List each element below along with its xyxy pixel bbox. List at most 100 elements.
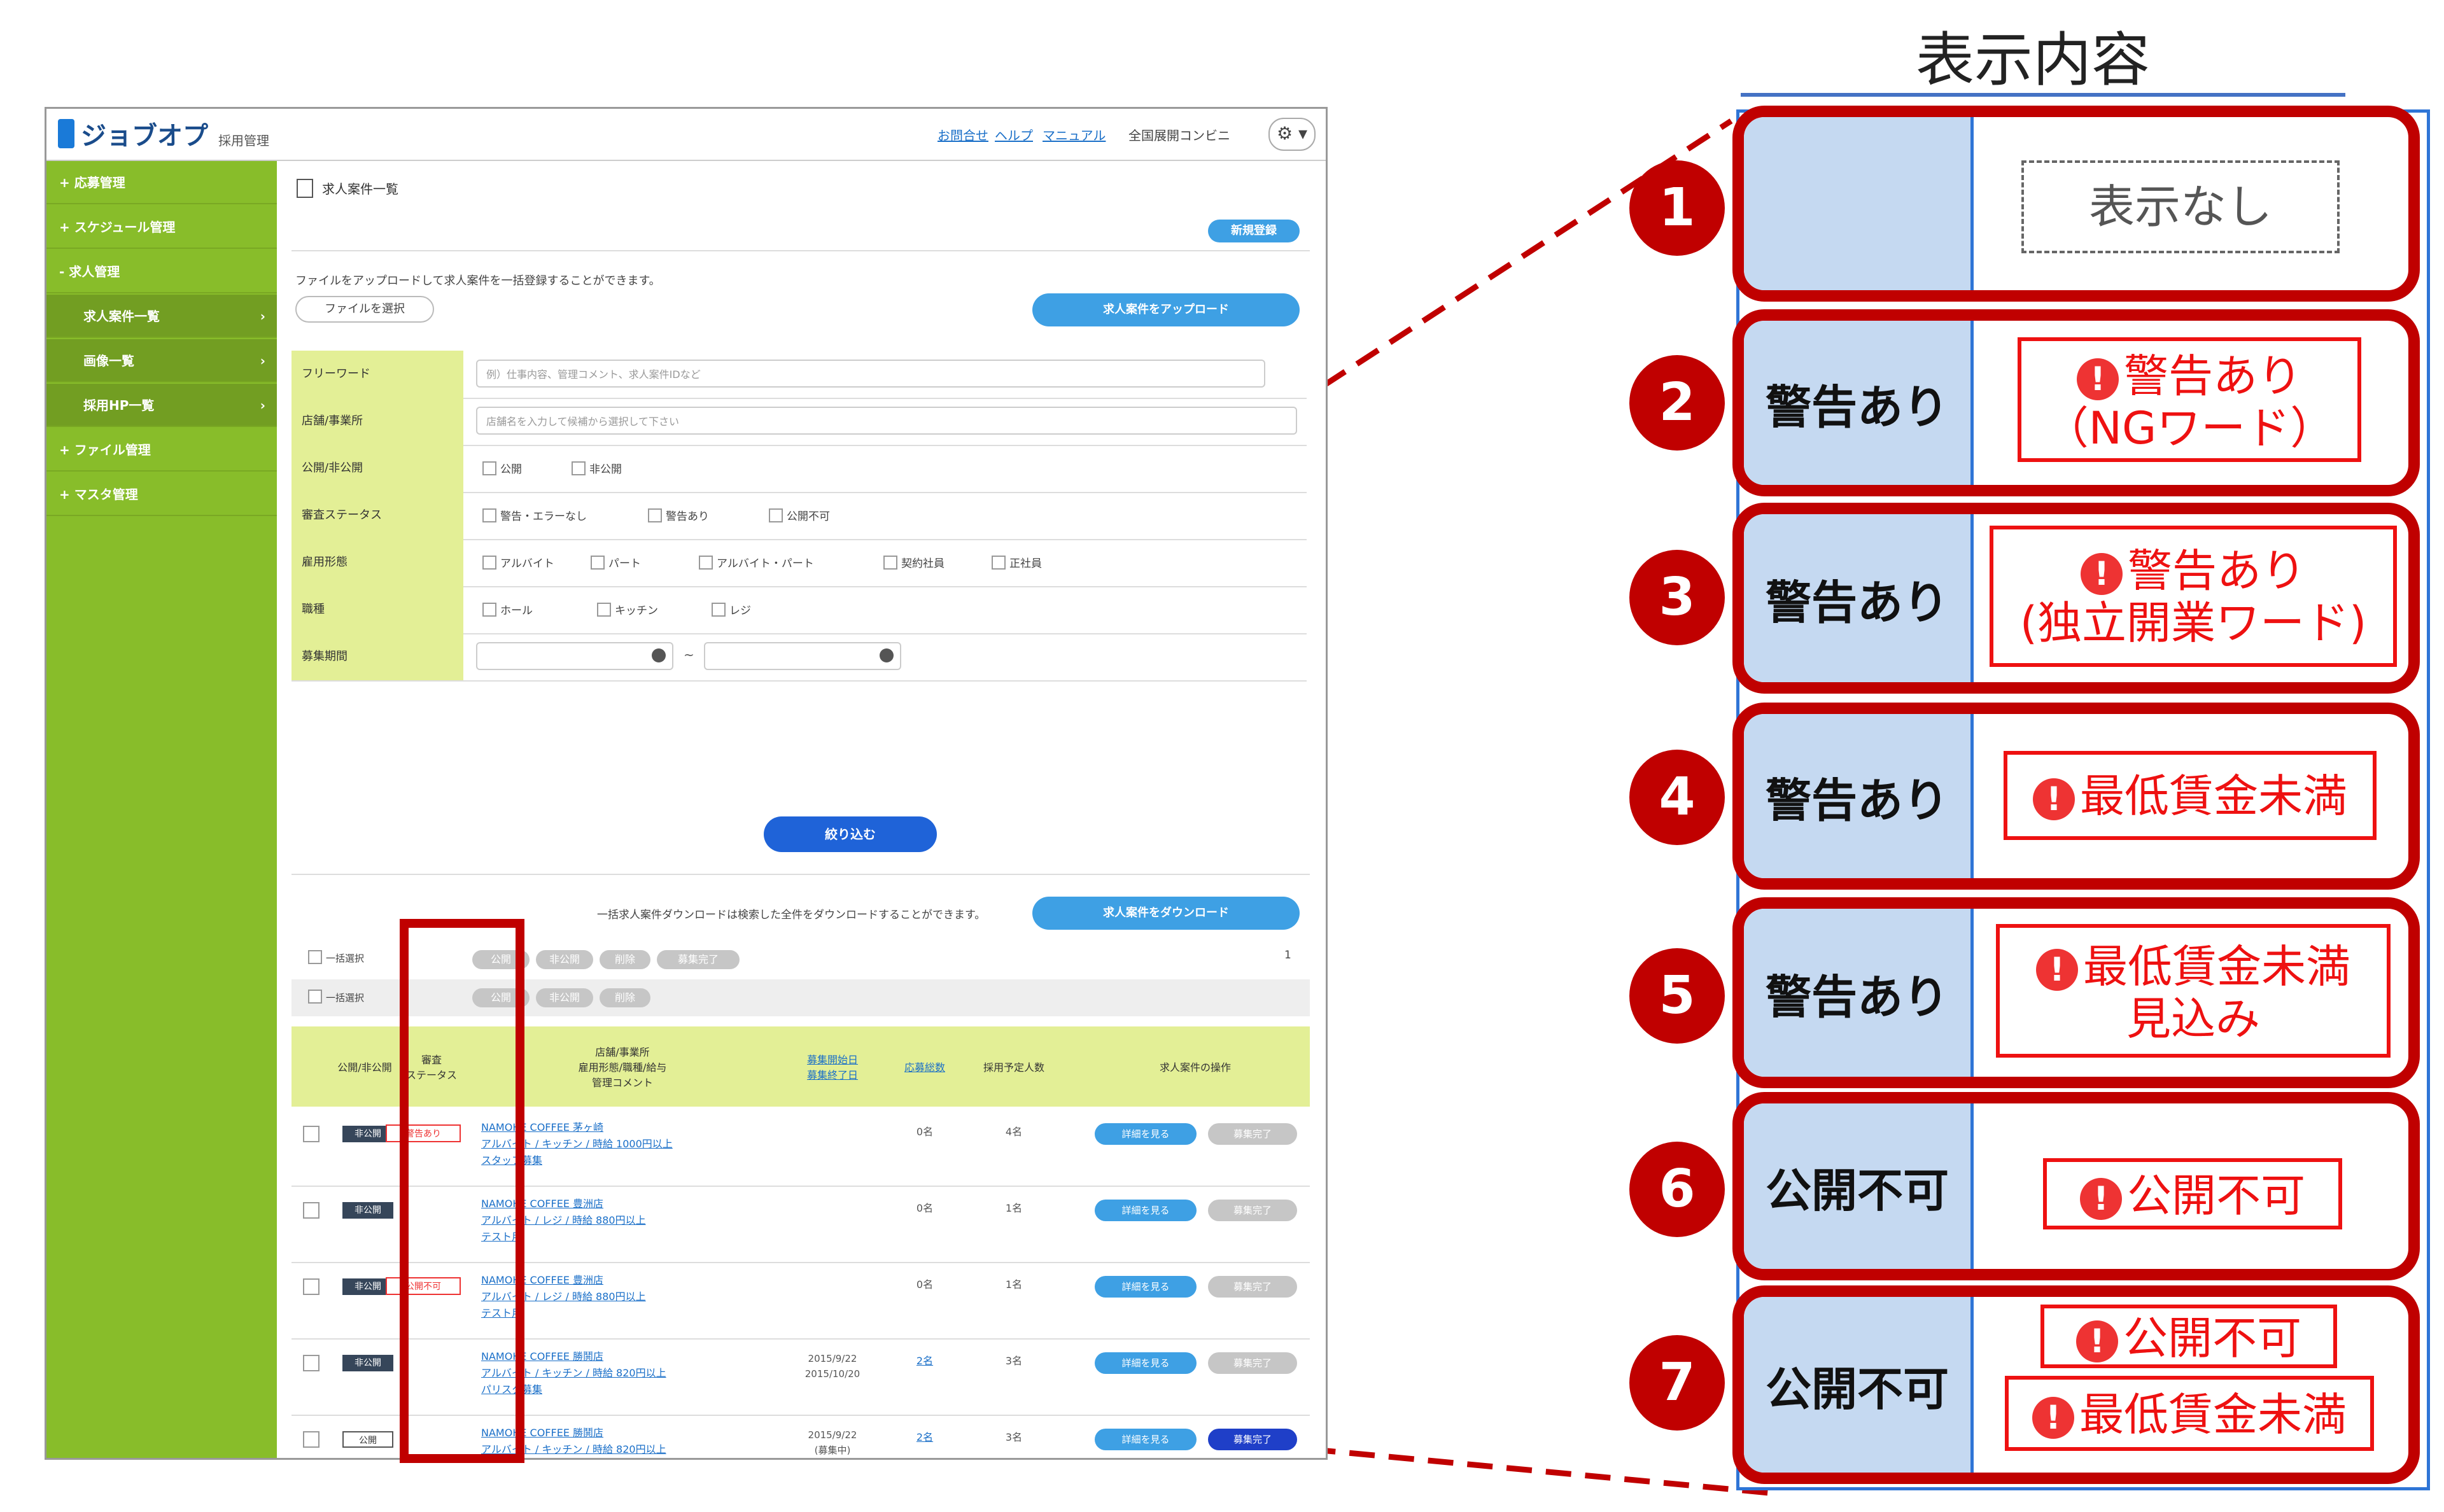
complete-button[interactable]: 募集完了 <box>1208 1200 1297 1221</box>
alert-icon: ! <box>2077 358 2119 400</box>
sidebar-item-schedule[interactable]: + スケジュール管理 <box>46 206 277 249</box>
bulk-select-checkbox[interactable]: 一括選択 <box>308 950 364 966</box>
detail-button[interactable]: 詳細を見る <box>1095 1276 1197 1298</box>
detail-button[interactable]: 詳細を見る <box>1095 1352 1197 1374</box>
period-tilde: ~ <box>684 647 694 662</box>
row-checkbox[interactable] <box>303 1355 320 1371</box>
checkbox-arbeit-part[interactable]: アルバイト・パート <box>699 556 814 571</box>
checkbox-fulltime[interactable]: 正社員 <box>992 556 1042 571</box>
divider <box>291 874 1310 875</box>
search-button[interactable]: 絞り込む <box>764 816 937 852</box>
header-dates[interactable]: 募集開始日 募集終了日 <box>788 1026 877 1107</box>
planned-count: 3名 <box>1005 1355 1023 1367</box>
checkbox-warning[interactable]: 警告あり <box>648 508 709 524</box>
bulk-complete-button[interactable]: 募集完了 <box>657 950 740 969</box>
detail-button[interactable]: 詳細を見る <box>1095 1429 1197 1450</box>
gear-icon[interactable]: ⚙ ▾ <box>1268 118 1316 151</box>
app-screenshot: ジョブオプ 採用管理 お問合せ ヘルプ マニュアル 全国展開コンビニ ⚙ ▾ +… <box>45 107 1328 1460</box>
free-word-input[interactable]: 例）仕事内容、管理コメント、求人案件IDなど <box>476 360 1265 388</box>
complete-button[interactable]: 募集完了 <box>1208 1429 1297 1450</box>
checkbox-arbeit[interactable]: アルバイト <box>482 556 554 571</box>
file-select-button[interactable]: ファイルを選択 <box>295 296 434 323</box>
checkbox-private[interactable]: 非公開 <box>572 461 622 477</box>
recruit-dates: 2015/9/22 2015/10/20 <box>804 1353 860 1380</box>
legend-number: 7 <box>1629 1335 1725 1431</box>
sidebar-item-images[interactable]: 画像一覧 › <box>46 339 277 382</box>
header-applicants[interactable]: 応募総数 <box>896 1026 953 1107</box>
legend-badge: ! 公開不可 <box>2040 1305 2337 1368</box>
filter-label: 募集期間 <box>291 633 463 680</box>
sidebar-item-master[interactable]: + マスタ管理 <box>46 473 277 516</box>
legend-badge: ! 最低賃金未満 <box>2004 751 2377 840</box>
detail-button[interactable]: 詳細を見る <box>1095 1123 1197 1145</box>
publish-status: 公開 <box>342 1431 393 1448</box>
legend-status-cell: 警告あり <box>1744 714 1974 878</box>
bulk-delete-button[interactable]: 削除 <box>600 988 650 1007</box>
new-button[interactable]: 新規登録 <box>1208 220 1300 242</box>
filter-label: 店舗/事業所 <box>291 398 463 445</box>
calendar-icon[interactable] <box>880 648 894 662</box>
complete-button[interactable]: 募集完了 <box>1208 1276 1297 1298</box>
status-column-highlight <box>400 919 524 1463</box>
help-link[interactable]: ヘルプ <box>995 125 1033 144</box>
upload-note: ファイルをアップロードして求人案件を一括登録することができます。 <box>295 274 661 288</box>
checkbox-contract[interactable]: 契約社員 <box>883 556 945 571</box>
row-checkbox[interactable] <box>303 1278 320 1295</box>
manual-link[interactable]: マニュアル <box>1043 125 1106 144</box>
filter-label: フリーワード <box>291 351 463 398</box>
filter-employment: 雇用形態 アルバイト パート アルバイト・パート 契約社員 正社員 <box>291 539 1307 587</box>
filter-label: 審査ステータス <box>291 492 463 539</box>
applicant-count: 0名 <box>916 1126 934 1138</box>
checkbox-kitchen[interactable]: キッチン <box>597 603 658 619</box>
checkbox-hall[interactable]: ホール <box>482 603 533 619</box>
detail-button[interactable]: 詳細を見る <box>1095 1200 1197 1221</box>
row-checkbox[interactable] <box>303 1431 320 1448</box>
page-title: 求人案件一覧 <box>322 181 398 197</box>
bulk-select-checkbox[interactable]: 一括選択 <box>308 990 364 1005</box>
app-logo-sub: 採用管理 <box>218 133 269 148</box>
sidebar-item-files[interactable]: + ファイル管理 <box>46 428 277 472</box>
legend-underline <box>1741 93 2345 97</box>
checkbox-part[interactable]: パート <box>591 556 641 571</box>
store-input[interactable]: 店舗名を入力して候補から選択して下さい <box>476 407 1297 435</box>
bulk-delete-button[interactable]: 削除 <box>600 950 650 969</box>
legend-status-cell: 警告あり <box>1744 321 1974 485</box>
bulk-private-button[interactable]: 非公開 <box>536 950 593 969</box>
planned-count: 1名 <box>1005 1202 1023 1214</box>
download-button[interactable]: 求人案件をダウンロード <box>1032 897 1300 930</box>
filter-label: 職種 <box>291 586 463 633</box>
filter-job: 職種 ホール キッチン レジ <box>291 586 1307 634</box>
bulk-private-button[interactable]: 非公開 <box>536 988 593 1007</box>
applicant-count-link[interactable]: 2名 <box>902 1352 947 1368</box>
legend-number: 5 <box>1629 948 1725 1044</box>
period-end-input[interactable] <box>704 642 901 670</box>
checkbox-no-warning[interactable]: 警告・エラーなし <box>482 508 587 524</box>
upload-button[interactable]: 求人案件をアップロード <box>1032 293 1300 326</box>
sidebar-item-recruit-hp[interactable]: 採用HP一覧 › <box>46 384 277 427</box>
checkbox-public[interactable]: 公開 <box>482 461 522 477</box>
filter-period: 募集期間 ~ <box>291 633 1307 682</box>
checkbox-register[interactable]: レジ <box>712 603 751 619</box>
publish-status: 非公開 <box>342 1355 393 1371</box>
row-checkbox[interactable] <box>303 1126 320 1142</box>
period-start-input[interactable] <box>476 642 673 670</box>
applicant-count-link[interactable]: 2名 <box>902 1429 947 1444</box>
calendar-icon[interactable] <box>652 648 666 662</box>
contact-link[interactable]: お問合せ <box>938 125 988 144</box>
page-number[interactable]: 1 <box>1284 949 1291 962</box>
checkbox-not-publishable[interactable]: 公開不可 <box>769 508 830 524</box>
sidebar-item-jobs[interactable]: - 求人管理 <box>46 250 277 293</box>
legend-badge: ! 警告あり （NGワード） <box>2018 337 2361 462</box>
sidebar-item-job-list[interactable]: 求人案件一覧 › <box>46 295 277 338</box>
filter-store: 店舗/事業所 店舗名を入力して候補から選択して下さい <box>291 398 1307 446</box>
legend-badge: ! 最低賃金未満 <box>2005 1376 2374 1451</box>
filter-publish: 公開/非公開 公開 非公開 <box>291 445 1307 493</box>
row-checkbox[interactable] <box>303 1202 320 1219</box>
complete-button[interactable]: 募集完了 <box>1208 1123 1297 1145</box>
sidebar-item-applications[interactable]: + 応募管理 <box>46 161 277 204</box>
legend-status-cell: 警告あり <box>1744 909 1974 1077</box>
chevron-right-icon: › <box>260 353 265 368</box>
complete-button[interactable]: 募集完了 <box>1208 1352 1297 1374</box>
legend-number: 6 <box>1629 1142 1725 1237</box>
planned-count: 4名 <box>1005 1126 1023 1138</box>
